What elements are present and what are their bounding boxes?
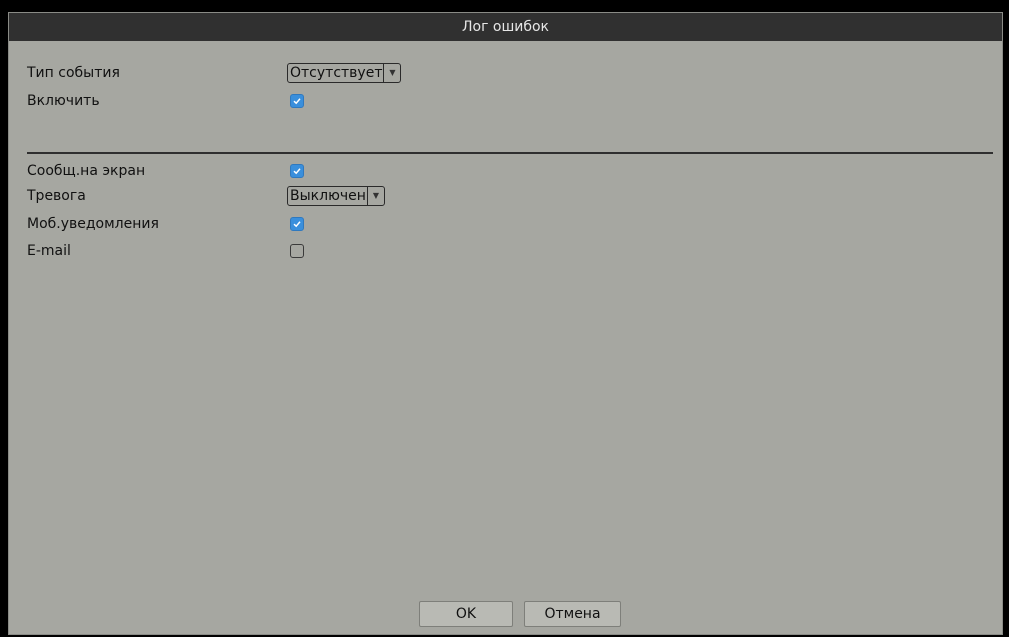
check-icon <box>293 98 301 105</box>
enable-row: Включить <box>27 90 987 112</box>
alarm-row: Тревога Выключен ▼ <box>27 185 987 207</box>
error-log-dialog: Лог ошибок Тип события Отсутствует ▼ Вкл… <box>8 12 1003 635</box>
chevron-down-icon: ▼ <box>389 68 396 77</box>
cancel-button[interactable]: Отмена <box>524 601 621 627</box>
email-row: E-mail <box>27 240 987 262</box>
show-message-checkbox[interactable] <box>290 164 304 178</box>
ok-button[interactable]: OK <box>419 601 513 627</box>
event-type-row: Тип события Отсутствует ▼ <box>27 62 987 84</box>
dialog-title: Лог ошибок <box>9 13 1002 41</box>
mobile-notify-label: Моб.уведомления <box>27 216 159 232</box>
event-type-value: Отсутствует <box>290 64 385 82</box>
event-type-select[interactable]: Отсутствует ▼ <box>287 63 402 83</box>
mobile-notify-row: Моб.уведомления <box>27 213 987 235</box>
alarm-label: Тревога <box>27 188 86 204</box>
section-divider <box>27 152 993 154</box>
enable-label: Включить <box>27 93 100 109</box>
check-icon <box>293 221 301 228</box>
show-message-label: Сообщ.на экран <box>27 163 146 179</box>
alarm-value: Выключен <box>290 187 368 205</box>
alarm-select[interactable]: Выключен ▼ <box>287 186 385 206</box>
chevron-down-icon: ▼ <box>372 191 379 200</box>
check-icon <box>293 168 301 175</box>
email-checkbox[interactable] <box>290 244 304 258</box>
enable-checkbox[interactable] <box>290 94 304 108</box>
show-message-row: Сообщ.на экран <box>27 160 987 182</box>
mobile-notify-checkbox[interactable] <box>290 217 304 231</box>
event-type-label: Тип события <box>27 65 120 81</box>
email-label: E-mail <box>27 243 71 259</box>
